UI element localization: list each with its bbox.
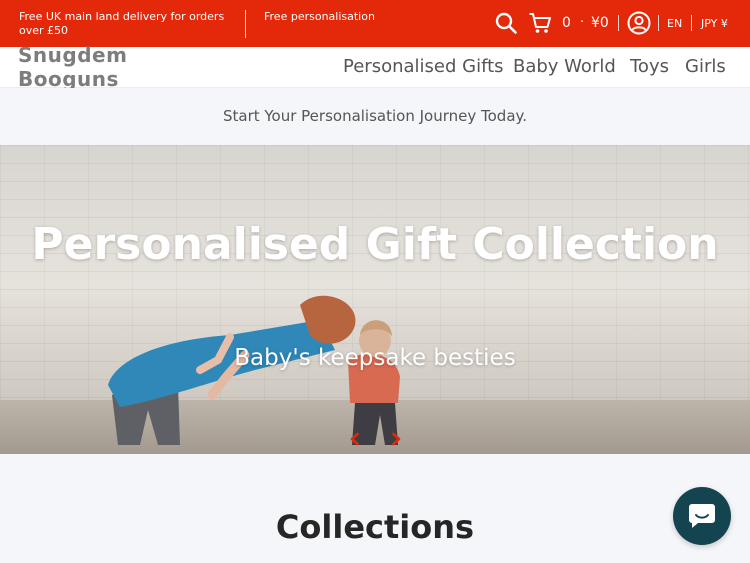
account-icon[interactable]	[627, 11, 651, 35]
hero-image	[108, 295, 400, 445]
chat-icon	[689, 504, 715, 528]
collections-heading: Collections	[275, 508, 475, 546]
currency-selector[interactable]: JPY ¥	[701, 17, 728, 30]
announcement-bar: Start Your Personalisation Journey Today…	[0, 88, 750, 145]
cart-total[interactable]: ¥0	[591, 15, 609, 31]
divider	[618, 15, 619, 31]
divider	[658, 15, 659, 31]
promo-divider	[245, 10, 246, 38]
announcement-text: Start Your Personalisation Journey Today…	[222, 107, 528, 125]
logo-text: Snugdem Booguns	[18, 43, 128, 91]
cart-separator: ·	[580, 15, 585, 30]
top-bar: Free UK main land delivery for orders ov…	[0, 0, 750, 47]
nav-toys[interactable]: Toys	[630, 56, 669, 77]
divider	[691, 15, 692, 31]
search-icon[interactable]	[494, 11, 518, 35]
chevron-left-icon[interactable]	[348, 431, 362, 446]
hero-title: Personalised Gift Collection	[31, 219, 719, 270]
site-logo[interactable]: Snugdem Booguns	[18, 43, 218, 91]
hero-subtitle: Baby's keepsake besties	[234, 345, 516, 371]
hero-slideshow[interactable]: Personalised Gift Collection Baby's keep…	[0, 145, 750, 454]
promo-personalisation: Free personalisation	[264, 10, 375, 23]
nav-personalised-gifts[interactable]: Personalised Gifts	[343, 56, 504, 77]
chat-button[interactable]	[673, 487, 731, 545]
chevron-right-icon[interactable]	[389, 431, 403, 446]
nav-baby-world[interactable]: Baby World	[513, 56, 616, 77]
nav-girls[interactable]: Girls	[685, 56, 726, 77]
cart-count[interactable]: 0	[562, 15, 571, 31]
main-navigation: Snugdem Booguns Personalised Gifts Baby …	[0, 43, 750, 91]
language-selector[interactable]: EN	[667, 17, 682, 30]
cart-icon[interactable]	[528, 11, 552, 35]
promo-delivery: Free UK main land delivery for orders ov…	[19, 10, 225, 37]
